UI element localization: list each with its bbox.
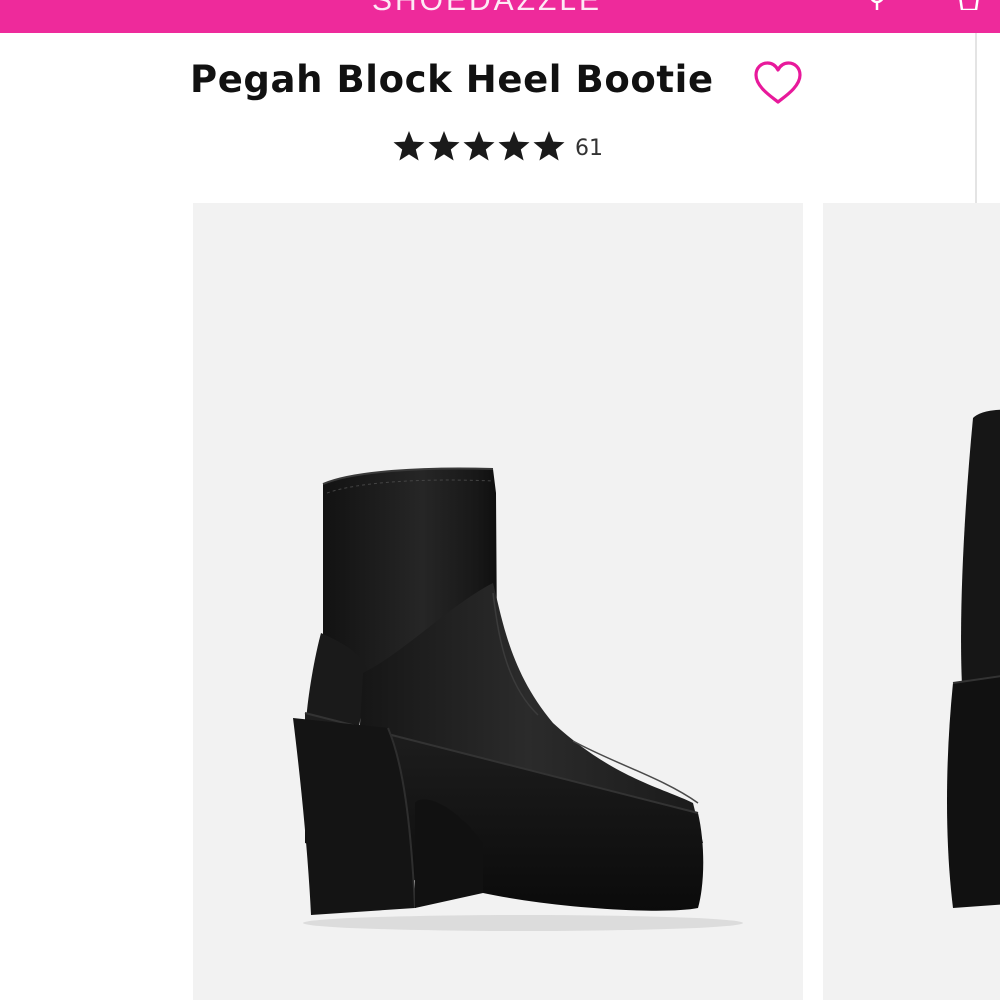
boot-image (293, 467, 743, 931)
star-filled-icon (428, 131, 460, 161)
product-title: Pegah Block Heel Bootie (190, 58, 714, 101)
product-image-main[interactable] (193, 203, 803, 1000)
account-icon[interactable] (866, 0, 888, 10)
star-rating (392, 129, 567, 163)
brand-logo[interactable]: SHOEDAZZLE (372, 0, 602, 18)
star-filled-icon (533, 131, 565, 161)
star-filled-icon (393, 131, 425, 161)
review-count[interactable]: 61 (575, 136, 603, 161)
product-title-row: Pegah Block Heel Bootie (0, 54, 1000, 110)
heart-outline-icon[interactable] (752, 60, 804, 106)
product-image-secondary[interactable] (823, 203, 1000, 1000)
star-filled-icon (463, 131, 495, 161)
bag-icon[interactable] (958, 0, 980, 10)
star-filled-icon (498, 131, 530, 161)
site-header-bar: SHOEDAZZLE (0, 0, 1000, 33)
product-page: SHOEDAZZLE Pegah Block Heel Bootie 61 (0, 0, 1000, 1000)
boot-image (947, 409, 1000, 908)
product-rating[interactable]: 61 (392, 126, 603, 166)
product-image-carousel[interactable] (0, 203, 1000, 1000)
